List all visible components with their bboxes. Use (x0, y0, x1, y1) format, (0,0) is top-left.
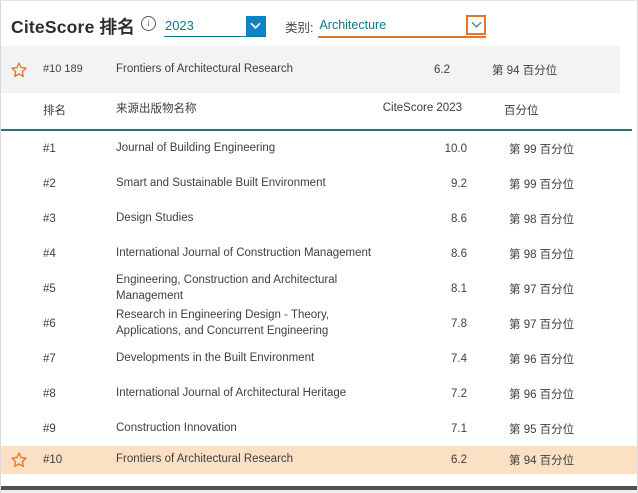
row-source-title: Construction Innovation (110, 421, 387, 437)
summary-rank-fraction: #10 189 (43, 63, 83, 77)
row-rank: #6 (37, 318, 110, 330)
row-rank: #10 (37, 454, 110, 466)
row-rank: #5 (37, 283, 110, 295)
table-row: #5 Engineering, Construction and Archite… (1, 271, 637, 306)
row-percentile: 第 95 百分位 (467, 421, 637, 437)
row-percentile: 第 99 百分位 (467, 176, 637, 192)
row-citescore: 7.4 (387, 353, 467, 365)
row-source-title: Engineering, Construction and Architectu… (110, 273, 387, 304)
table-row: #3 Design Studies 8.6 第 98 百分位 (1, 201, 637, 236)
category-select-value: Architecture (318, 18, 386, 32)
row-percentile: 第 96 百分位 (467, 351, 637, 367)
column-header-citescore: CiteScore 2023 (382, 102, 462, 114)
row-percentile: 第 98 百分位 (467, 246, 637, 262)
citescore-rank-panel: CiteScore 排名 i 2023 类别: Architecture #10 (0, 0, 638, 493)
topbar: CiteScore 排名 i 2023 类别: Architecture (1, 1, 637, 46)
row-source-title: International Journal of Architectural H… (110, 386, 387, 402)
row-source-title: Journal of Building Engineering (110, 141, 387, 157)
row-citescore: 8.1 (387, 283, 467, 295)
summary-rank-total: 189 (64, 63, 82, 75)
row-percentile: 第 99 百分位 (467, 141, 637, 157)
row-rank: #4 (37, 248, 110, 260)
row-citescore: 8.6 (387, 213, 467, 225)
row-percentile: 第 96 百分位 (467, 386, 637, 402)
table-row: #7 Developments in the Built Environment… (1, 341, 637, 376)
table-row: #9 Construction Innovation 7.1 第 95 百分位 (1, 411, 637, 446)
row-citescore: 8.6 (387, 248, 467, 260)
table-row: #10 Frontiers of Architectural Research … (1, 446, 637, 474)
row-source-title: Developments in the Built Environment (110, 351, 387, 367)
table-row: #6 Research in Engineering Design - Theo… (1, 306, 637, 341)
column-header-rank: 排名 (37, 102, 110, 118)
row-percentile: 第 97 百分位 (467, 316, 637, 332)
row-citescore: 6.2 (387, 454, 467, 466)
column-header-percentile: 百分位 (462, 102, 632, 118)
row-percentile: 第 94 百分位 (467, 452, 637, 468)
summary-source-title: Frontiers of Architectural Research (110, 62, 370, 78)
year-select[interactable]: 2023 (164, 15, 266, 37)
row-citescore: 7.2 (387, 388, 467, 400)
favorite-star-icon[interactable] (10, 61, 28, 79)
summary-citescore: 6.2 (370, 64, 450, 76)
category-label: 类别: (285, 17, 313, 36)
row-citescore: 10.0 (387, 143, 467, 155)
row-rank: #9 (37, 423, 110, 435)
row-source-title: Research in Engineering Design - Theory,… (110, 308, 387, 339)
row-citescore: 7.8 (387, 318, 467, 330)
table-header: 排名 来源出版物名称 CiteScore 2023 百分位 (1, 96, 632, 131)
row-source-title: Frontiers of Architectural Research (110, 452, 387, 468)
summary-rank: #10 (43, 63, 61, 75)
row-source-title: International Journal of Construction Ma… (110, 246, 387, 262)
row-rank: #8 (37, 388, 110, 400)
favorite-star-icon[interactable] (10, 451, 28, 469)
category-select[interactable]: Architecture (318, 15, 486, 38)
row-rank: #1 (37, 143, 110, 155)
summary-percentile: 第 94 百分位 (450, 62, 620, 78)
row-percentile: 第 98 百分位 (467, 211, 637, 227)
row-percentile: 第 97 百分位 (467, 281, 637, 297)
column-header-source: 来源出版物名称 (110, 102, 382, 118)
row-source-title: Smart and Sustainable Built Environment (110, 176, 387, 192)
page-title: CiteScore 排名 (11, 14, 135, 39)
table-row: #8 International Journal of Architectura… (1, 376, 637, 411)
row-rank: #2 (37, 178, 110, 190)
chevron-down-icon[interactable] (246, 16, 266, 36)
row-source-title: Design Studies (110, 211, 387, 227)
summary-row: #10 189 Frontiers of Architectural Resea… (1, 46, 620, 93)
row-rank: #3 (37, 213, 110, 225)
table-row: #1 Journal of Building Engineering 10.0 … (1, 131, 637, 166)
table-body: #1 Journal of Building Engineering 10.0 … (1, 131, 637, 474)
row-citescore: 7.1 (387, 423, 467, 435)
year-select-value: 2023 (164, 18, 194, 33)
table-row: #2 Smart and Sustainable Built Environme… (1, 166, 637, 201)
info-icon[interactable]: i (141, 16, 156, 31)
row-citescore: 9.2 (387, 178, 467, 190)
table-row: #4 International Journal of Construction… (1, 236, 637, 271)
chevron-down-icon[interactable] (466, 15, 486, 35)
row-rank: #7 (37, 353, 110, 365)
